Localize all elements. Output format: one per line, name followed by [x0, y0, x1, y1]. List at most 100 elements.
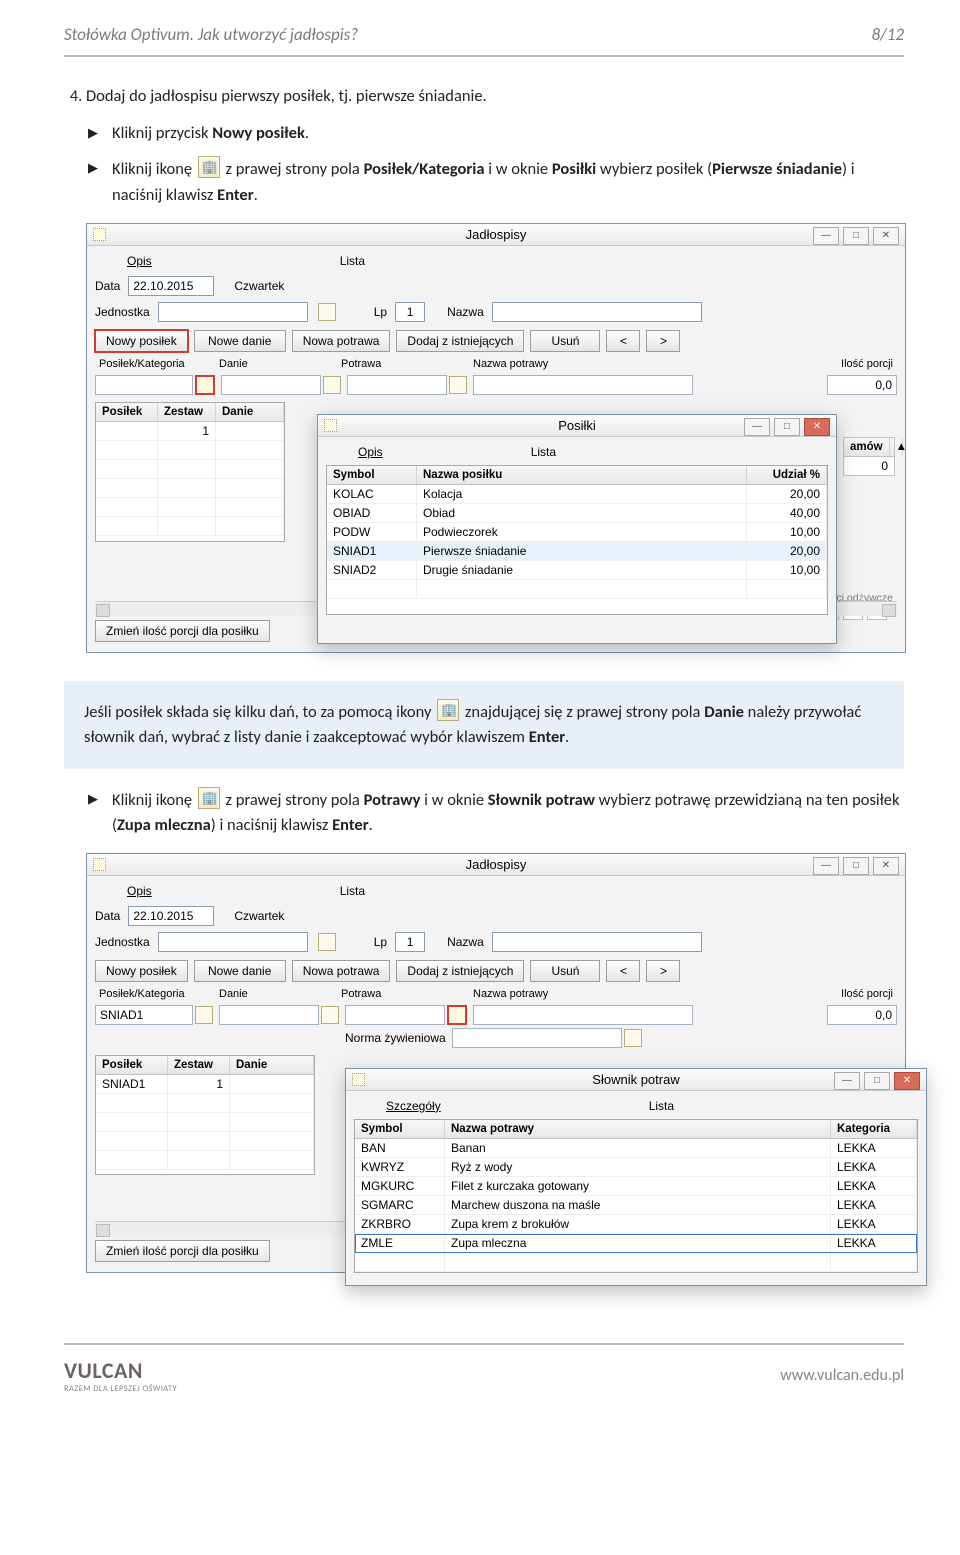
nowy-posilek-button[interactable]: Nowy posiłek — [95, 330, 188, 352]
slownik-grid[interactable]: BANBananLEKKA KWRYZRyż z wodyLEKKA MGKUR… — [355, 1139, 917, 1272]
lookup-jednostka-icon[interactable] — [318, 933, 336, 951]
lookup-danie-icon[interactable] — [323, 376, 341, 394]
cell-posilek[interactable] — [96, 422, 158, 440]
grid-h-danie: Danie — [230, 1056, 314, 1074]
lookup-danie-icon[interactable] — [321, 1006, 339, 1024]
zmien-ilosc-button[interactable]: Zmień ilość porcji dla posiłku — [95, 1240, 270, 1262]
cell-zestaw[interactable]: 1 — [158, 422, 216, 440]
dodaj-z-istniejacych-button[interactable]: Dodaj z istniejących — [396, 330, 524, 352]
nowy-posilek-button[interactable]: Nowy posiłek — [95, 960, 188, 982]
nowe-danie-button[interactable]: Nowe danie — [194, 960, 286, 982]
brand-logo: VULCAN RAZEM DLA LEPSZEJ OŚWIATY — [64, 1357, 177, 1394]
maximize-button[interactable]: □ — [774, 418, 800, 436]
doc-title: Stołówka Optivum. Jak utworzyć jadłospis… — [64, 24, 358, 45]
lookup-potrawa-icon[interactable] — [449, 376, 467, 394]
window-jadlospisy-2: Jadłospisy — □ ✕ Opis Lista Data 22.10.2… — [86, 853, 906, 1273]
titlebar[interactable]: Jadłospisy — □ ✕ — [87, 224, 905, 246]
prev-button[interactable]: < — [606, 330, 640, 352]
tab-opis[interactable]: Opis — [354, 443, 387, 461]
text: Kliknij ikonę — [112, 159, 196, 179]
input-data[interactable]: 22.10.2015 — [128, 906, 214, 926]
table-row: BANBananLEKKA — [355, 1139, 917, 1158]
maximize-button[interactable]: □ — [843, 857, 869, 875]
input-nazwa[interactable] — [492, 302, 702, 322]
close-button[interactable]: ✕ — [873, 227, 899, 245]
minimize-button[interactable]: — — [813, 857, 839, 875]
minimize-button[interactable]: — — [744, 418, 770, 436]
nowa-potrawa-button[interactable]: Nowa potrawa — [292, 960, 391, 982]
lookup-icon — [437, 699, 459, 721]
lookup-jednostka-icon[interactable] — [318, 303, 336, 321]
window-marker-icon — [93, 858, 106, 871]
scroll-up-icon[interactable]: ▲ — [890, 438, 903, 456]
input-lp[interactable]: 1 — [395, 932, 425, 952]
input-jednostka[interactable] — [158, 302, 308, 322]
cell-danie[interactable] — [230, 1075, 314, 1093]
field-potrawa[interactable] — [347, 375, 447, 395]
lookup-posilek-icon[interactable] — [195, 1006, 213, 1024]
field-ilosc[interactable]: 0,0 — [827, 1005, 897, 1025]
tab-opis[interactable]: Opis — [123, 882, 156, 900]
prev-button[interactable]: < — [606, 960, 640, 982]
field-potrawa[interactable] — [345, 1005, 445, 1025]
field-posilek-kategoria[interactable]: SNIAD1 — [95, 1005, 193, 1025]
cell-posilek[interactable]: SNIAD1 — [96, 1075, 168, 1093]
col-nazwa-potrawy[interactable]: Nazwa potrawy — [445, 1120, 831, 1138]
nowa-potrawa-button[interactable]: Nowa potrawa — [292, 330, 391, 352]
lookup-potrawa-icon[interactable] — [447, 1005, 467, 1025]
sub-step-1: ▶ Kliknij przycisk Nowy posiłek. — [86, 121, 904, 147]
close-button[interactable]: ✕ — [873, 857, 899, 875]
input-nazwa[interactable] — [492, 932, 702, 952]
label-lp: Lp — [374, 935, 387, 949]
field-danie[interactable] — [221, 375, 321, 395]
input-jednostka[interactable] — [158, 932, 308, 952]
zmien-ilosc-button[interactable]: Zmień ilość porcji dla posiłku — [95, 620, 270, 642]
col-symbol[interactable]: Symbol — [355, 1120, 445, 1138]
text: . — [565, 727, 569, 747]
dodaj-z-istniejacych-button[interactable]: Dodaj z istniejących — [396, 960, 524, 982]
posilki-grid[interactable]: KOLACKolacja20,00 OBIADObiad40,00 PODWPo… — [327, 485, 827, 599]
field-posilek-kategoria[interactable] — [95, 375, 193, 395]
tab-lista[interactable]: Lista — [645, 1097, 678, 1115]
col-nazwa-posilku[interactable]: Nazwa posiłku — [417, 466, 747, 484]
col-udzial[interactable]: Udział % — [747, 466, 827, 484]
text: wybierz posiłek ( — [596, 159, 712, 179]
field-norma[interactable] — [452, 1028, 622, 1048]
field-danie[interactable] — [219, 1005, 319, 1025]
tab-lista[interactable]: Lista — [336, 252, 369, 270]
field-ilosc[interactable]: 0,0 — [827, 375, 897, 395]
col-kategoria[interactable]: Kategoria — [831, 1120, 917, 1138]
window-title: Jadłospisy — [466, 857, 527, 872]
next-button[interactable]: > — [646, 960, 680, 982]
field-nazwa-potrawy[interactable] — [473, 375, 693, 395]
titlebar[interactable]: Jadłospisy — □ ✕ — [87, 854, 905, 876]
tab-szczegoly[interactable]: Szczegóły — [382, 1097, 445, 1115]
usun-button[interactable]: Usuń — [530, 960, 600, 982]
cell-zestaw[interactable]: 1 — [168, 1075, 230, 1093]
input-lp[interactable]: 1 — [395, 302, 425, 322]
nowe-danie-button[interactable]: Nowe danie — [194, 330, 286, 352]
value-name: Pierwsze śniadanie — [712, 159, 842, 179]
field-nazwa-potrawy[interactable] — [473, 1005, 693, 1025]
input-data[interactable]: 22.10.2015 — [128, 276, 214, 296]
minimize-button[interactable]: — — [813, 227, 839, 245]
minimize-button[interactable]: — — [834, 1072, 860, 1090]
tab-lista[interactable]: Lista — [527, 443, 560, 461]
close-button[interactable]: ✕ — [804, 418, 830, 436]
posilki-titlebar[interactable]: Posiłki — □ ✕ — [318, 415, 836, 437]
lookup-norma-icon[interactable] — [624, 1029, 642, 1047]
info-note: Jeśli posiłek składa się kilku dań, to z… — [64, 681, 904, 769]
col-nazwa-potrawy: Nazwa potrawy — [469, 986, 699, 1002]
window-marker-icon — [352, 1073, 365, 1086]
col-symbol[interactable]: Symbol — [327, 466, 417, 484]
maximize-button[interactable]: □ — [843, 227, 869, 245]
tab-lista[interactable]: Lista — [336, 882, 369, 900]
close-button[interactable]: ✕ — [894, 1072, 920, 1090]
cell-danie[interactable] — [216, 422, 284, 440]
slownik-titlebar[interactable]: Słownik potraw — □ ✕ — [346, 1069, 926, 1091]
usun-button[interactable]: Usuń — [530, 330, 600, 352]
maximize-button[interactable]: □ — [864, 1072, 890, 1090]
lookup-posilek-icon[interactable] — [195, 375, 215, 395]
next-button[interactable]: > — [646, 330, 680, 352]
tab-opis[interactable]: Opis — [123, 252, 156, 270]
